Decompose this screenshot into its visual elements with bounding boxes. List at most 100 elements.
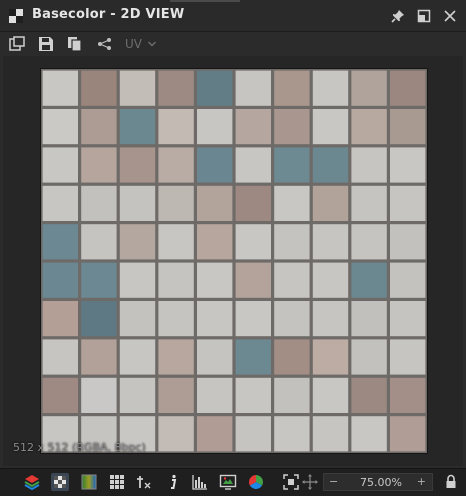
tile — [235, 224, 271, 260]
maximize-icon[interactable] — [416, 8, 432, 24]
tile — [235, 301, 271, 337]
tile — [158, 185, 194, 221]
tab-strip-accent — [170, 0, 240, 2]
histogram-icon[interactable] — [191, 473, 209, 491]
uv-dropdown-label: UV — [125, 37, 142, 51]
tile — [81, 147, 117, 183]
tile — [390, 339, 426, 375]
tile — [274, 416, 310, 452]
zoom-value: 75.00% — [360, 476, 402, 489]
tile — [119, 70, 156, 106]
zoom-decrease[interactable]: − — [329, 475, 338, 488]
texture-viewport[interactable] — [3, 56, 463, 466]
layers-icon[interactable] — [23, 473, 41, 491]
lock-icon[interactable] — [442, 473, 460, 491]
tile — [235, 377, 271, 413]
export-view-icon[interactable] — [8, 35, 26, 53]
tile — [390, 416, 426, 452]
tile — [42, 185, 78, 221]
tile — [390, 301, 426, 337]
tile — [390, 147, 426, 183]
tile — [197, 262, 233, 298]
tile — [197, 185, 233, 221]
tile — [351, 416, 387, 452]
tile — [274, 262, 310, 298]
tile — [274, 377, 310, 413]
tile — [158, 262, 194, 298]
tile — [312, 109, 349, 145]
pan-move-icon[interactable] — [301, 473, 319, 491]
tile — [197, 339, 233, 375]
tile — [81, 224, 117, 260]
tile — [274, 147, 310, 183]
tile — [312, 377, 349, 413]
tile — [119, 224, 156, 260]
tile — [312, 185, 349, 221]
tile — [351, 339, 387, 375]
tile — [390, 109, 426, 145]
tile — [158, 224, 194, 260]
display-preview-icon[interactable] — [219, 473, 237, 491]
save-icon[interactable] — [37, 35, 55, 53]
tile — [390, 262, 426, 298]
tile — [81, 377, 117, 413]
tile — [274, 185, 310, 221]
tile — [312, 147, 349, 183]
tile — [42, 224, 78, 260]
tile — [158, 377, 194, 413]
info-icon[interactable] — [164, 473, 182, 491]
color-wheel-icon[interactable] — [247, 473, 265, 491]
tile — [312, 416, 349, 452]
pin-icon[interactable] — [390, 8, 406, 24]
tile — [235, 70, 271, 106]
tile — [158, 109, 194, 145]
zoom-increase[interactable]: + — [417, 475, 426, 488]
tile — [119, 109, 156, 145]
tile — [119, 262, 156, 298]
tile — [42, 301, 78, 337]
uv-dropdown[interactable]: UV — [125, 36, 157, 52]
tile — [158, 70, 194, 106]
tile — [42, 109, 78, 145]
copy-icon[interactable] — [66, 35, 84, 53]
tile — [351, 109, 387, 145]
tile — [351, 301, 387, 337]
tile — [235, 339, 271, 375]
checker-icon — [9, 9, 23, 23]
tile — [42, 147, 78, 183]
tile — [312, 262, 349, 298]
tile — [158, 147, 194, 183]
panel-title: Basecolor - 2D VIEW — [32, 7, 185, 22]
tile — [119, 185, 156, 221]
tile — [390, 224, 426, 260]
zoom-field[interactable]: − 75.00% + — [323, 473, 433, 491]
tile — [235, 109, 271, 145]
tile — [390, 185, 426, 221]
tile — [351, 262, 387, 298]
tile — [235, 416, 271, 452]
tile — [197, 70, 233, 106]
tile-grid — [41, 69, 427, 453]
tile — [158, 301, 194, 337]
color-gradient-icon[interactable] — [80, 473, 98, 491]
tile — [42, 377, 78, 413]
tile — [235, 262, 271, 298]
text-format-icon[interactable] — [136, 473, 154, 491]
tile — [274, 339, 310, 375]
tile — [119, 339, 156, 375]
tile — [197, 147, 233, 183]
checker-background-icon[interactable] — [51, 473, 69, 491]
tile — [351, 70, 387, 106]
panel-title-bar[interactable]: Basecolor - 2D VIEW — [0, 0, 466, 32]
close-icon[interactable] — [442, 8, 458, 24]
tile — [81, 301, 117, 337]
tile — [81, 262, 117, 298]
grid-icon[interactable] — [108, 473, 126, 491]
tile — [312, 339, 349, 375]
tile — [81, 109, 117, 145]
tile — [42, 262, 78, 298]
share-nodes-icon[interactable] — [96, 35, 114, 53]
tile — [197, 377, 233, 413]
tile — [312, 224, 349, 260]
fit-view-icon[interactable] — [282, 473, 300, 491]
